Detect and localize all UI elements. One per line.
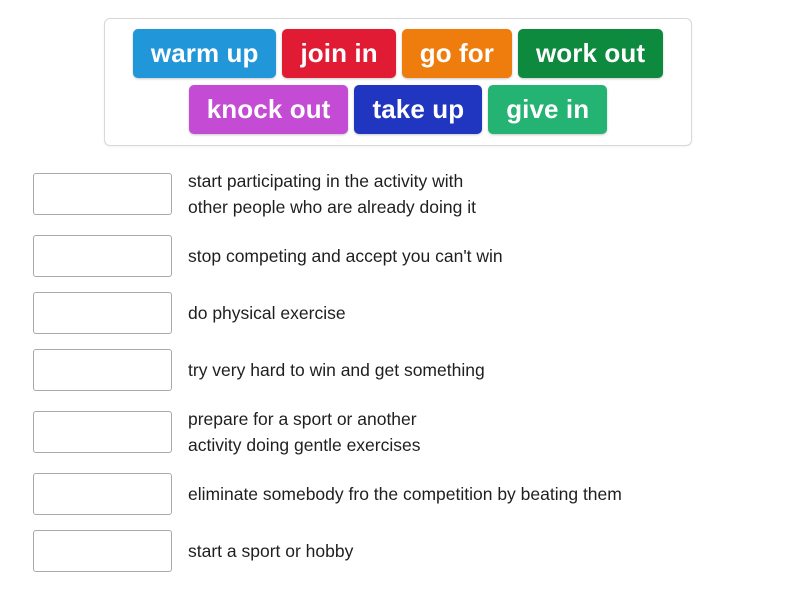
definition-2: stop competing and accept you can't win [188,246,503,266]
word-bank: warm up join in go for work out knock ou… [104,18,692,146]
tile-join-in[interactable]: join in [282,29,396,78]
dropzone-1[interactable] [33,173,172,215]
answer-row: start participating in the activity with… [33,168,778,220]
definition-1: start participating in the activity with… [188,171,476,217]
answer-row: eliminate somebody fro the competition b… [33,473,778,515]
definition-3: do physical exercise [188,303,346,323]
definition-6: eliminate somebody fro the competition b… [188,484,622,504]
definition-7: start a sport or hobby [188,541,354,561]
word-bank-row-2: knock out take up give in [114,85,682,134]
answer-row: prepare for a sport or another activity … [33,406,778,458]
tile-knock-out[interactable]: knock out [188,85,349,134]
tile-give-in[interactable]: give in [488,85,608,134]
tile-go-for[interactable]: go for [401,29,512,78]
answer-row: start a sport or hobby [33,530,778,572]
definition-4: try very hard to win and get something [188,360,485,380]
word-bank-row-1: warm up join in go for work out [114,29,682,78]
dropzone-4[interactable] [33,349,172,391]
answer-row: try very hard to win and get something [33,349,778,391]
tile-work-out[interactable]: work out [517,29,664,78]
answer-row: do physical exercise [33,292,778,334]
answer-row: stop competing and accept you can't win [33,235,778,277]
answer-row-list: start participating in the activity with… [33,168,778,587]
dropzone-3[interactable] [33,292,172,334]
tile-warm-up[interactable]: warm up [132,29,277,78]
definition-5: prepare for a sport or another activity … [188,409,421,455]
dropzone-5[interactable] [33,411,172,453]
tile-take-up[interactable]: take up [354,85,483,134]
dropzone-7[interactable] [33,530,172,572]
dropzone-6[interactable] [33,473,172,515]
dropzone-2[interactable] [33,235,172,277]
